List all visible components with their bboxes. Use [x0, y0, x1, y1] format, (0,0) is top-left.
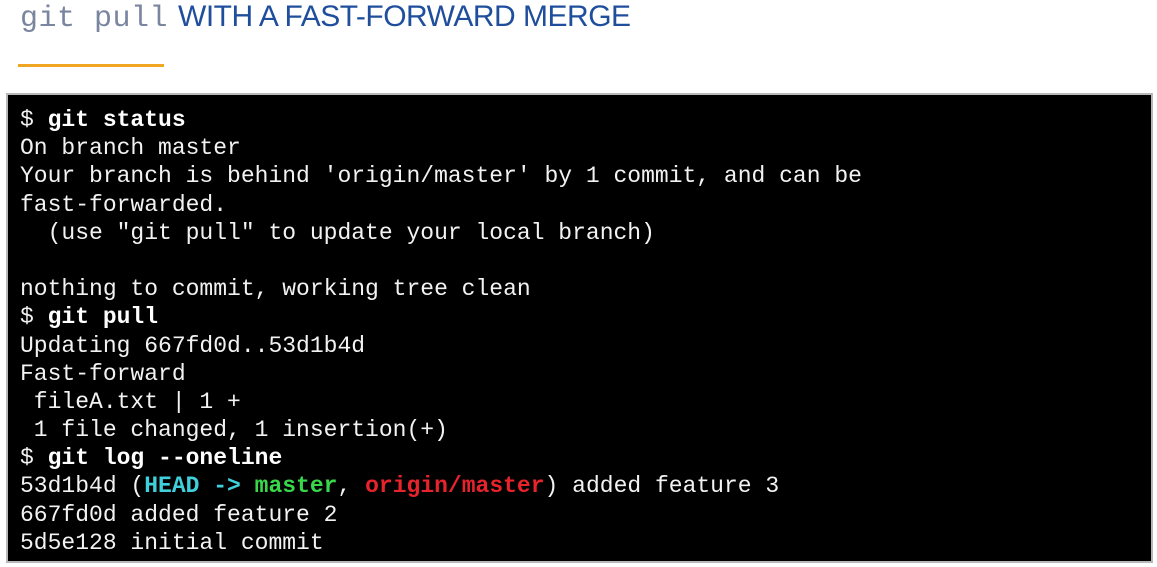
output-line: Updating 667fd0d..53d1b4d: [20, 332, 366, 359]
command-line-log: $ git log --oneline: [20, 444, 1151, 472]
log-entry: 53d1b4d (HEAD -> master, origin/master) …: [20, 472, 1151, 500]
command-text: git log --oneline: [47, 445, 283, 472]
output-line: Fast-forward: [20, 360, 186, 387]
head-ref: HEAD ->: [144, 473, 241, 500]
title-command: git pull: [20, 2, 169, 36]
terminal-window[interactable]: $ git status On branch master Your branc…: [6, 93, 1153, 563]
output-line: 1 file changed, 1 insertion(+): [20, 417, 448, 444]
prompt: $: [20, 304, 48, 331]
command-line-status: $ git status: [20, 106, 1151, 134]
title-text: WITH A FAST-FORWARD MERGE: [178, 0, 631, 33]
slide-title: git pull WITH A FAST-FORWARD MERGE: [20, 0, 631, 44]
log-entry: 5d5e128 initial commit: [20, 529, 324, 556]
commit-hash: 53d1b4d: [20, 473, 117, 500]
command-line-pull: $ git pull: [20, 303, 1151, 331]
origin-master-ref: origin/master: [365, 473, 545, 500]
log-entry: 667fd0d added feature 2: [20, 501, 338, 528]
command-text: git pull: [47, 304, 159, 331]
commit-message: added feature 3: [558, 473, 780, 500]
master-ref: master: [254, 473, 338, 500]
ref-space: [241, 473, 255, 499]
output-line: (use "git pull" to update your local bra…: [20, 219, 655, 246]
output-line: fast-forwarded.: [20, 191, 228, 218]
ref-open-paren: (: [116, 473, 145, 500]
output-line: nothing to commit, working tree clean: [20, 276, 531, 303]
ref-close-paren: ): [544, 473, 559, 500]
output-line: fileA.txt | 1 +: [20, 388, 241, 415]
ref-comma: ,: [337, 473, 366, 500]
output-line: On branch master: [20, 135, 241, 162]
prompt: $: [20, 107, 48, 133]
title-underline: [18, 64, 164, 67]
command-text: git status: [47, 107, 186, 133]
output-line: Your branch is behind 'origin/master' by…: [20, 163, 862, 190]
output-line-blank: [20, 247, 1151, 275]
prompt: $: [20, 445, 48, 472]
